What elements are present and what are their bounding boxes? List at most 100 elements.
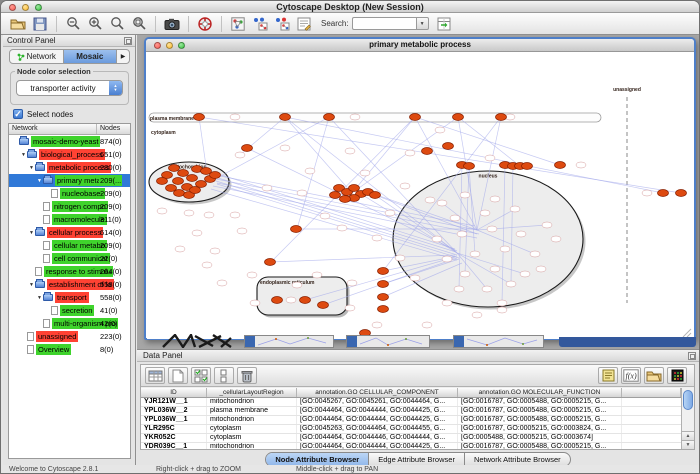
network-node-unselected[interactable] xyxy=(482,286,492,292)
table-cell[interactable]: plasma membrane xyxy=(207,407,297,415)
network-node-unselected[interactable] xyxy=(400,183,410,189)
network-node-selected[interactable] xyxy=(178,170,189,177)
tree-column-network[interactable]: Network xyxy=(9,124,97,134)
import-form-button[interactable] xyxy=(294,15,314,33)
select-nodes-checkbox[interactable]: ✓ xyxy=(13,109,23,119)
network-node-unselected[interactable] xyxy=(410,275,420,281)
table-row[interactable]: YJR121W__1mitochondrion[GO:0045267, GO:0… xyxy=(141,398,681,407)
network-node-unselected[interactable] xyxy=(184,210,194,216)
network-node-unselected[interactable] xyxy=(204,212,214,218)
table-cell[interactable]: [GO:0044464, GO:0044444, GO:0044425, G..… xyxy=(297,407,458,415)
table-cell[interactable]: [GO:0044464, GO:0044446, GO:0044444, G..… xyxy=(297,434,458,442)
node-color-combo[interactable]: transporter activity ▲▼ xyxy=(16,80,123,96)
table-cell[interactable]: mitochondrion xyxy=(207,398,297,406)
network-node-unselected[interactable] xyxy=(435,127,445,133)
tree-row-mosaic-demo-yeast[interactable]: mosaic-demo-yeast874(0) xyxy=(9,135,130,148)
background-window-fragment[interactable] xyxy=(244,335,334,348)
network-node-selected[interactable] xyxy=(318,302,329,309)
network-canvas[interactable]: plasma membranecytoplasmmitochondrionnuc… xyxy=(147,53,693,339)
table-row[interactable]: YPL036W__1mitochondrion[GO:0044464, GO:0… xyxy=(141,416,681,425)
network-node-unselected[interactable] xyxy=(442,256,452,262)
scrollbar-thumb[interactable] xyxy=(683,390,693,410)
network-node-unselected[interactable] xyxy=(305,168,315,174)
network-node-unselected[interactable] xyxy=(450,215,460,221)
modify-network-2-button[interactable] xyxy=(272,15,292,33)
network-node-selected[interactable] xyxy=(169,165,180,172)
open-file-button[interactable] xyxy=(8,15,28,33)
disclosure-triangle-icon[interactable]: ▼ xyxy=(36,295,43,301)
zoom-out-button[interactable] xyxy=(63,15,83,33)
network-node-unselected[interactable] xyxy=(202,262,212,268)
network-node-unselected[interactable] xyxy=(460,271,470,277)
network-graph[interactable]: plasma membranecytoplasmmitochondrionnuc… xyxy=(147,53,693,339)
modify-network-1-button[interactable] xyxy=(250,15,270,33)
network-node-unselected[interactable] xyxy=(237,228,247,234)
network-node-unselected[interactable] xyxy=(536,266,546,272)
network-node-unselected[interactable] xyxy=(385,210,395,216)
network-node-unselected[interactable] xyxy=(497,307,507,313)
background-window-fragment[interactable] xyxy=(346,335,430,348)
network-node-unselected[interactable] xyxy=(520,271,530,277)
table-cell[interactable]: [GO:0016787, GO:0005215, GO:0003824, G..… xyxy=(458,425,622,433)
network-node-selected[interactable] xyxy=(676,190,687,197)
network-node-unselected[interactable] xyxy=(157,208,167,214)
network-node-unselected[interactable] xyxy=(247,272,257,278)
network-node-unselected[interactable] xyxy=(372,235,382,241)
table-cell[interactable]: [GO:0044464, GO:0044444, GO:0044425, G..… xyxy=(297,443,458,449)
network-node-unselected[interactable] xyxy=(250,300,260,306)
network-node-unselected[interactable] xyxy=(230,114,240,120)
network-node-selected[interactable] xyxy=(453,114,464,121)
tree-row-response-to-stimulu[interactable]: response to stimulu264(0) xyxy=(9,265,130,278)
network-node-selected[interactable] xyxy=(187,175,198,182)
network-node-selected[interactable] xyxy=(166,185,177,192)
network-node-selected[interactable] xyxy=(422,148,433,155)
network-node-unselected[interactable] xyxy=(230,212,240,218)
table-cell[interactable]: YPL036W__2 xyxy=(141,407,207,415)
network-node-selected[interactable] xyxy=(378,294,389,301)
scroll-down-icon[interactable]: ▼ xyxy=(682,440,694,449)
network-node-unselected[interactable] xyxy=(262,185,272,191)
network-node-selected[interactable] xyxy=(410,114,421,121)
network-node-unselected[interactable] xyxy=(485,155,495,161)
network-node-unselected[interactable] xyxy=(457,231,467,237)
tree-row-macromolecule[interactable]: macromolecule311(0) xyxy=(9,213,130,226)
network-node-selected[interactable] xyxy=(157,178,168,185)
tree-row-overview[interactable]: Overview8(0) xyxy=(9,343,130,356)
disclosure-triangle-icon[interactable]: ▼ xyxy=(28,282,35,288)
tree-row-unassigned[interactable]: unassigned223(0) xyxy=(9,330,130,343)
table-cell[interactable]: YJR121W__1 xyxy=(141,398,207,406)
snapshot-button[interactable] xyxy=(162,15,182,33)
save-session-button[interactable] xyxy=(30,15,50,33)
unselect-attributes-button[interactable] xyxy=(214,367,234,384)
import-attributes-folder-button[interactable] xyxy=(644,367,664,384)
table-row[interactable]: YLR295Ccytoplasm[GO:0045263, GO:0044464,… xyxy=(141,425,681,434)
network-node-selected[interactable] xyxy=(291,226,302,233)
network-node-selected[interactable] xyxy=(324,114,335,121)
network-node-unselected[interactable] xyxy=(500,246,510,252)
function-builder-button[interactable]: f(x) xyxy=(621,367,641,384)
network-node-unselected[interactable] xyxy=(210,248,220,254)
tab-overflow-button[interactable]: ▶ xyxy=(117,50,129,63)
network-node-unselected[interactable] xyxy=(490,196,500,202)
network-node-selected[interactable] xyxy=(272,297,283,304)
network-node-unselected[interactable] xyxy=(320,213,330,219)
network-node-unselected[interactable] xyxy=(542,222,552,228)
network-node-unselected[interactable] xyxy=(470,251,480,257)
search-input[interactable] xyxy=(352,17,416,30)
search-dropdown-icon[interactable]: ▼ xyxy=(416,17,429,30)
network-node-selected[interactable] xyxy=(190,187,201,194)
table-cell[interactable]: cytoplasm xyxy=(207,434,297,442)
network-node-unselected[interactable] xyxy=(175,246,185,252)
table-cell[interactable]: [GO:0045267, GO:0045261, GO:0044464, G..… xyxy=(297,398,458,406)
background-window-thumbnail[interactable] xyxy=(161,334,233,348)
network-node-selected[interactable] xyxy=(443,143,454,150)
attribute-table-button[interactable] xyxy=(145,367,165,384)
network-node-selected[interactable] xyxy=(522,163,533,170)
table-cell[interactable]: [GO:0016787, GO:0005488, GO:0005215, G..… xyxy=(458,407,622,415)
network-node-selected[interactable] xyxy=(173,178,184,185)
network-view-button[interactable] xyxy=(228,15,248,33)
tree-row-multi-organism-pro[interactable]: multi-organism pro42(0) xyxy=(9,317,130,330)
float-panel-icon[interactable] xyxy=(124,37,132,45)
network-node-unselected[interactable] xyxy=(510,206,520,212)
network-node-unselected[interactable] xyxy=(516,231,526,237)
